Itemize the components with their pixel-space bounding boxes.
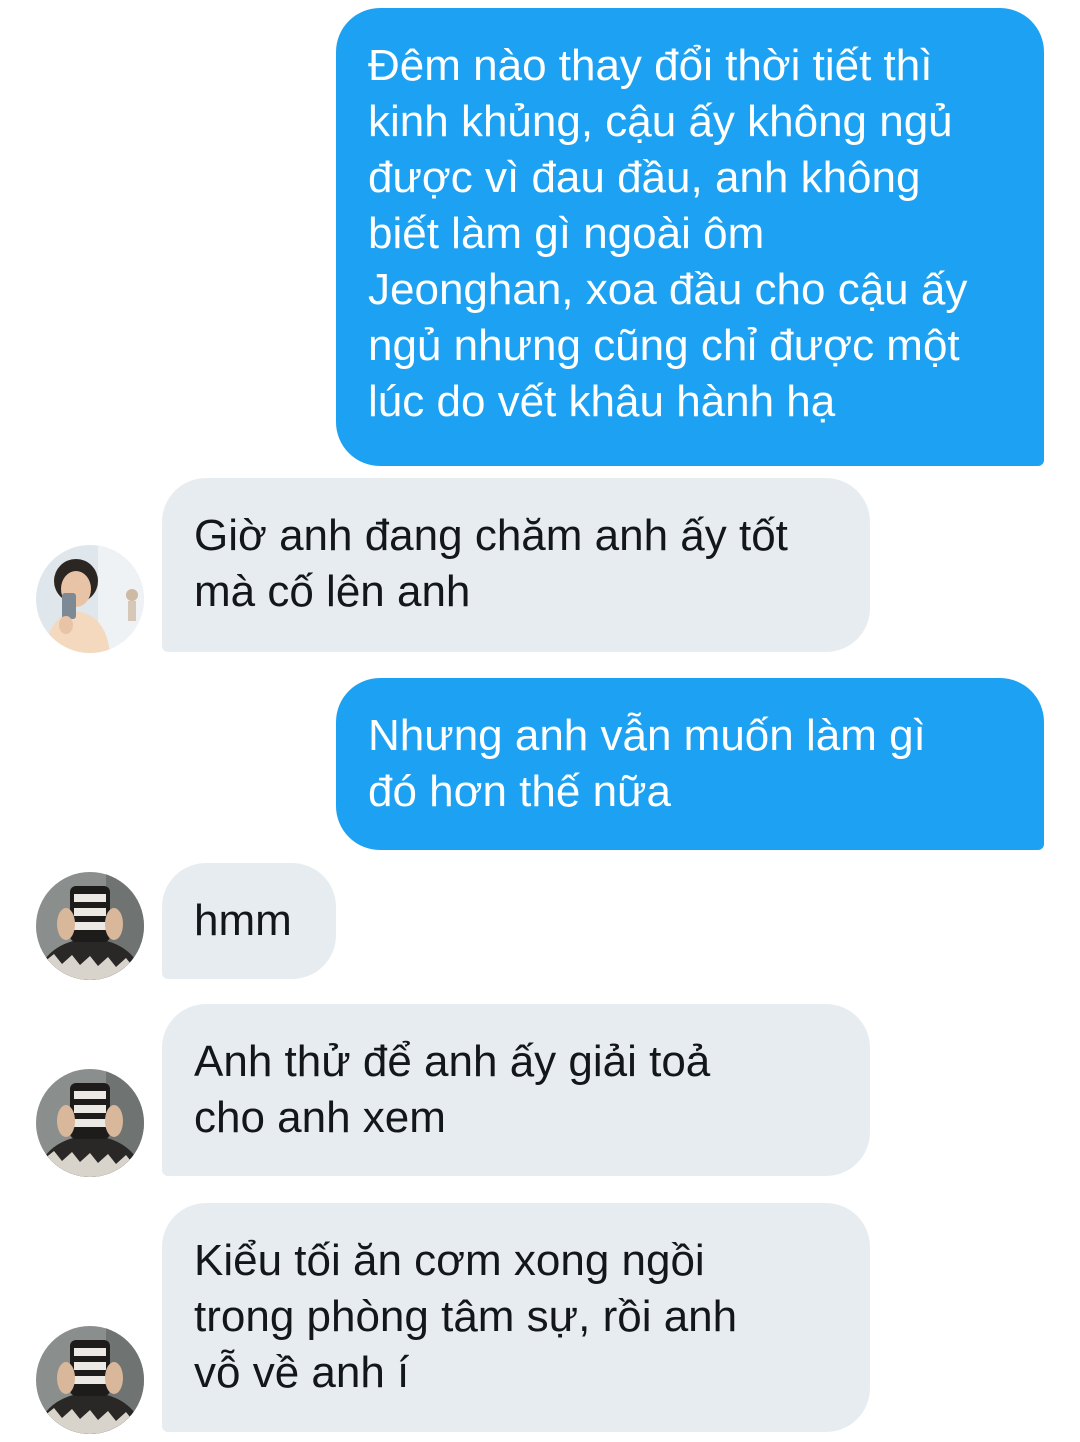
- avatar-photo-icon: [36, 545, 144, 653]
- message-thread[interactable]: Đêm nào thay đổi thời tiết thì kinh khủn…: [0, 0, 1080, 1442]
- avatar-photo-icon: [36, 872, 144, 980]
- sent-message-bubble[interactable]: Nhưng anh vẫn muốn làm gì đó hơn thế nữa: [336, 678, 1044, 850]
- user-avatar-phone-cover[interactable]: [36, 1069, 144, 1177]
- user-avatar-mirror-selfie[interactable]: [36, 545, 144, 653]
- sent-message-bubble[interactable]: Đêm nào thay đổi thời tiết thì kinh khủn…: [336, 8, 1044, 466]
- received-message-bubble[interactable]: Kiểu tối ăn cơm xong ngồi trong phòng tâ…: [162, 1203, 870, 1432]
- user-avatar-phone-cover[interactable]: [36, 1326, 144, 1434]
- avatar-photo-icon: [36, 1326, 144, 1434]
- received-message-bubble[interactable]: hmm: [162, 863, 336, 979]
- user-avatar-phone-cover[interactable]: [36, 872, 144, 980]
- received-message-bubble[interactable]: Anh thử để anh ấy giải toả cho anh xem: [162, 1004, 870, 1176]
- received-message-bubble[interactable]: Giờ anh đang chăm anh ấy tốt mà cố lên a…: [162, 478, 870, 652]
- avatar-photo-icon: [36, 1069, 144, 1177]
